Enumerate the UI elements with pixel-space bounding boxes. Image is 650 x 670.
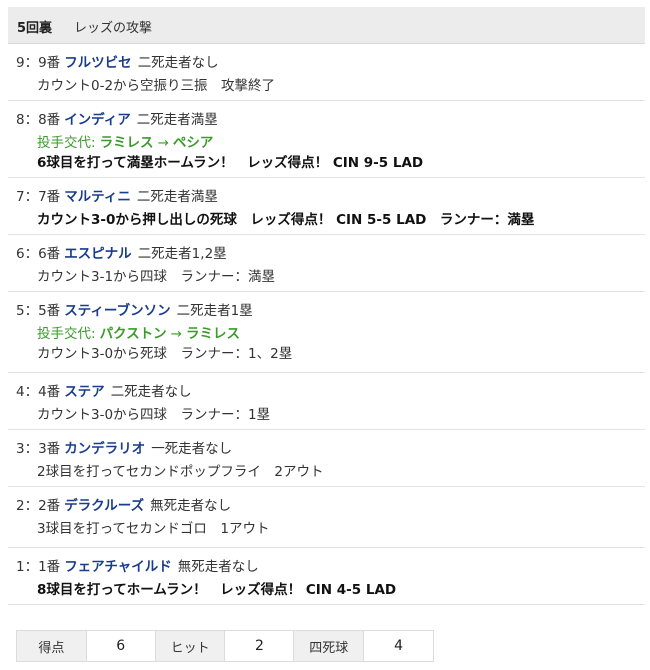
plate-appearance-header: 1：1番 フェアチャイルド 無死走者なし bbox=[16, 557, 645, 577]
play-result: カウント3-0から押し出しの死球 レッズ得点！ CIN 5-5 LAD ランナー… bbox=[37, 212, 535, 228]
play-result: 6球目を打って満塁ホームラン！ レッズ得点！ CIN 9-5 LAD bbox=[37, 155, 424, 171]
batting-order: 2：2番 bbox=[16, 498, 61, 514]
batter-name-link[interactable]: フェアチャイルド bbox=[64, 559, 172, 575]
base-out-situation: 無死走者なし bbox=[177, 559, 259, 575]
play-result: 2球目を打ってセカンドポップフライ 2アウト bbox=[37, 464, 324, 480]
plate-appearance-row: 6：6番 エスピナル 二死走者1,2塁カウント3-1から四球 ランナー：満塁 bbox=[8, 235, 645, 292]
batting-order: 6：6番 bbox=[16, 246, 61, 262]
pitching-change: 投手交代: ラミレス → ペシア bbox=[16, 133, 645, 153]
pitching-change-label: 投手交代: bbox=[37, 135, 96, 151]
batting-order: 5：5番 bbox=[16, 303, 61, 319]
hits-label: ヒット bbox=[155, 631, 226, 661]
batter-name-link[interactable]: デラクルーズ bbox=[64, 498, 144, 514]
base-out-situation: 二死走者満塁 bbox=[136, 189, 218, 205]
plate-appearance-row: 5：5番 スティーブンソン 二死走者1塁 投手交代: パクストン → ラミレス カウント3-0… bbox=[8, 292, 645, 373]
base-out-situation: 無死走者なし bbox=[150, 498, 232, 514]
batting-order: 7：7番 bbox=[16, 189, 61, 205]
base-out-situation: 二死走者なし bbox=[110, 384, 192, 400]
runs-value: 6 bbox=[86, 631, 156, 661]
pitching-change-label: 投手交代: bbox=[37, 326, 96, 342]
batting-order: 4：4番 bbox=[16, 384, 61, 400]
plate-appearance-row: 8：8番 インディア 二死走者満塁 投手交代: ラミレス → ペシア 6球目を打って満塁ホーム… bbox=[8, 101, 645, 178]
plate-appearance-header: 4：4番 ステア 二死走者なし bbox=[16, 382, 645, 402]
batting-order: 8：8番 bbox=[16, 112, 61, 128]
plate-appearance-header: 7：7番 マルティニ 二死走者満塁 bbox=[16, 187, 645, 207]
plate-appearance-row: 4：4番 ステア 二死走者なしカウント3-0から四球 ランナー：1塁 bbox=[8, 373, 645, 430]
pitching-change: 投手交代: パクストン → ラミレス bbox=[16, 324, 645, 344]
play-result: カウント3-0から四球 ランナー：1塁 bbox=[37, 407, 271, 423]
plate-appearance-row: 3：3番 カンデラリオ 一死走者なし 2球目を打ってセカンドポップフライ 2アウト bbox=[8, 430, 645, 487]
incoming-pitcher: ペシア bbox=[172, 135, 214, 151]
plate-appearance-header: 9：9番 フルツビセ 二死走者なし bbox=[16, 53, 645, 73]
plate-appearance-row: 7：7番 マルティニ 二死走者満塁カウント3-0から押し出しの死球 レッズ得点！ C… bbox=[8, 178, 645, 235]
walks-value: 4 bbox=[364, 631, 433, 661]
batting-order: 3：3番 bbox=[16, 441, 61, 457]
batter-name-link[interactable]: フルツビセ bbox=[64, 55, 132, 71]
play-result: カウント3-1から四球 ランナー：満塁 bbox=[37, 269, 276, 285]
play-result: 8球目を打ってホームラン！ レッズ得点！ CIN 4-5 LAD bbox=[37, 582, 397, 598]
batter-name-link[interactable]: インディア bbox=[64, 112, 131, 128]
base-out-situation: 二死走者満塁 bbox=[136, 112, 218, 128]
plate-appearance-list: 9：9番 フルツビセ 二死走者なし カウント0-2から空振り三振 攻撃終了 8：8番 イン… bbox=[8, 44, 645, 605]
hits-value: 2 bbox=[225, 631, 295, 661]
batting-order: 1：1番 bbox=[16, 559, 61, 575]
plate-appearance-header: 8：8番 インディア 二死走者満塁 bbox=[16, 110, 645, 130]
batter-name-link[interactable]: ステア bbox=[64, 384, 105, 400]
batter-name-link[interactable]: エスピナル bbox=[64, 246, 132, 262]
attacking-team-label: レッズの攻撃 bbox=[74, 21, 153, 36]
plate-appearance-header: 6：6番 エスピナル 二死走者1,2塁 bbox=[16, 244, 645, 264]
base-out-situation: 一死走者なし bbox=[151, 441, 233, 457]
runs-label: 得点 bbox=[17, 631, 87, 661]
play-result: カウント3-0から死球 ランナー：1、2塁 bbox=[37, 346, 293, 362]
play-result: 3球目を打ってセカンドゴロ 1アウト bbox=[37, 521, 270, 537]
play-result: カウント0-2から空振り三振 攻撃終了 bbox=[37, 78, 276, 94]
plate-appearance-row: 2：2番 デラクルーズ 無死走者なし 3球目を打ってセカンドゴロ 1アウト bbox=[8, 487, 645, 548]
inning-summary: 得点 6 ヒット 2 四死球 4 bbox=[16, 630, 434, 662]
base-out-situation: 二死走者1塁 bbox=[176, 303, 253, 319]
right-arrow-icon: → bbox=[157, 135, 169, 151]
batter-name-link[interactable]: マルティニ bbox=[64, 189, 131, 205]
inning-label: 5回裏 bbox=[17, 21, 53, 36]
inning-header: 5回裏 レッズの攻撃 bbox=[8, 7, 645, 44]
plate-appearance-header: 3：3番 カンデラリオ 一死走者なし bbox=[16, 439, 645, 459]
plate-appearance-header: 2：2番 デラクルーズ 無死走者なし bbox=[16, 496, 645, 516]
outgoing-pitcher: パクストン bbox=[99, 326, 167, 342]
batting-order: 9：9番 bbox=[16, 55, 61, 71]
incoming-pitcher: ラミレス bbox=[185, 326, 240, 342]
base-out-situation: 二死走者1,2塁 bbox=[137, 246, 227, 262]
base-out-situation: 二死走者なし bbox=[137, 55, 219, 71]
plate-appearance-header: 5：5番 スティーブンソン 二死走者1塁 bbox=[16, 301, 645, 321]
plate-appearance-row: 1：1番 フェアチャイルド 無死走者なし 8球目を打ってホームラン！ レッズ得点！ C… bbox=[8, 548, 645, 605]
outgoing-pitcher: ラミレス bbox=[99, 135, 154, 151]
walks-label: 四死球 bbox=[294, 631, 365, 661]
batter-name-link[interactable]: カンデラリオ bbox=[64, 441, 145, 457]
right-arrow-icon: → bbox=[170, 326, 182, 342]
batter-name-link[interactable]: スティーブンソン bbox=[64, 303, 170, 319]
plate-appearance-row: 9：9番 フルツビセ 二死走者なしカウント0-2から空振り三振 攻撃終了 bbox=[8, 44, 645, 101]
